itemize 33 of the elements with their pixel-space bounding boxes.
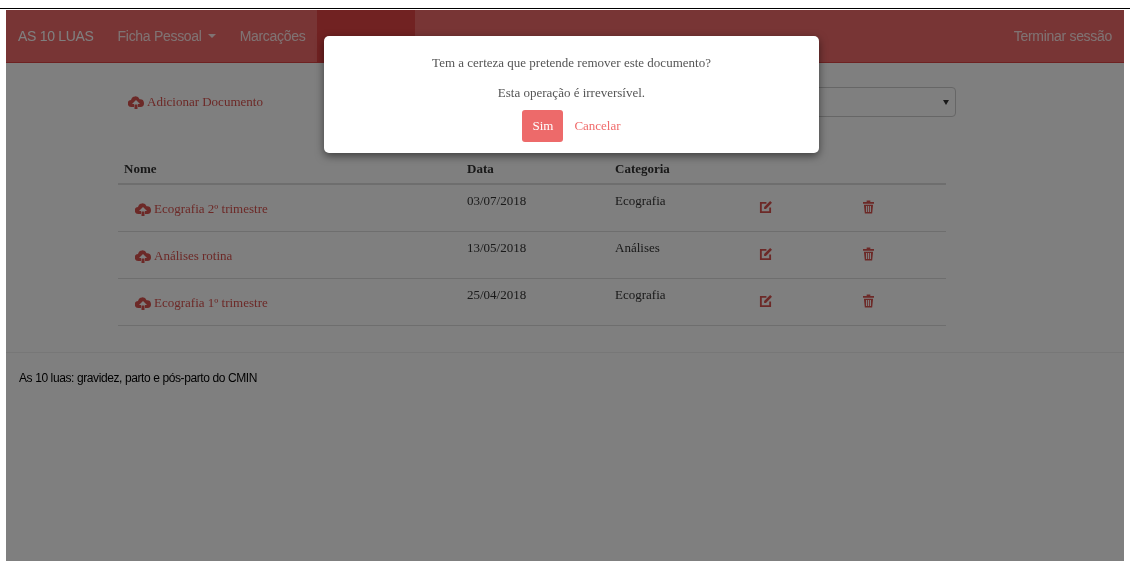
table-cell: Análises xyxy=(615,240,660,255)
caret-icon xyxy=(943,99,949,105)
edit-icon[interactable] xyxy=(759,201,772,214)
cloud-upload-icon xyxy=(135,297,151,310)
document-link[interactable]: Ecografia 1º trimestre xyxy=(154,295,268,311)
column-header: Nome xyxy=(123,161,158,177)
edit-icon[interactable] xyxy=(759,295,772,308)
logout-link[interactable]: Terminar sessão xyxy=(1001,10,1124,62)
table-cell: Ecografia xyxy=(615,193,666,208)
document-link[interactable]: Análises rotina xyxy=(154,248,233,264)
edit-icon[interactable] xyxy=(759,248,772,261)
cloud-upload-icon xyxy=(135,203,151,216)
confirm-button[interactable]: Sim xyxy=(522,110,564,142)
trash-icon[interactable] xyxy=(863,200,874,214)
table-cell: 25/04/2018 xyxy=(467,287,527,302)
brand-link[interactable]: AS 10 LUAS xyxy=(6,10,106,62)
dialog-note: Esta operação é irreversível. xyxy=(497,85,646,101)
column-header: Categoria xyxy=(614,161,671,177)
dialog-question: Tem a certeza que pretende remover este documento? xyxy=(432,55,711,71)
add-document-link[interactable]: Adicionar Documento xyxy=(128,94,263,110)
table-cell: Ecografia xyxy=(615,287,666,302)
document-link[interactable]: Ecografia 2º trimestre xyxy=(154,201,268,217)
cloud-upload-icon xyxy=(128,95,144,109)
table-cell: 13/05/2018 xyxy=(467,240,527,255)
caret-icon xyxy=(207,34,216,38)
nav-item[interactable]: Ficha Pessoal xyxy=(105,10,228,62)
trash-icon[interactable] xyxy=(863,294,874,308)
column-header: Data xyxy=(466,161,495,177)
cloud-upload-icon xyxy=(135,250,151,263)
cancel-link[interactable]: Cancelar xyxy=(574,118,621,134)
trash-icon[interactable] xyxy=(863,247,874,261)
table-cell: 03/07/2018 xyxy=(467,193,527,208)
footer-text: As 10 luas: gravidez, parto e pós-parto do CMIN xyxy=(19,371,257,385)
